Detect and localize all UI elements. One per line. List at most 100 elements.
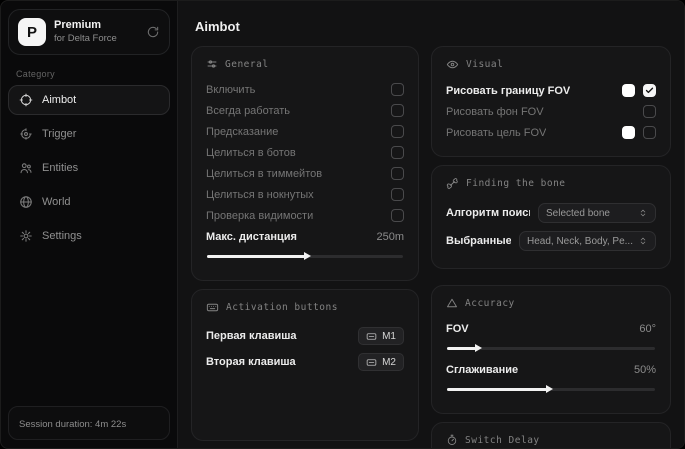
selected-bones-select[interactable]: Head, Neck, Body, Pe... [519, 231, 656, 251]
bone-icon [446, 177, 459, 190]
smoothing-value: 50% [633, 363, 656, 376]
activation-header: Activation buttons [206, 301, 404, 314]
draw-fov-target-checkbox[interactable] [643, 126, 656, 139]
row-label: Выбранные кости [446, 235, 511, 247]
draw-fov-background-checkbox[interactable] [643, 105, 656, 118]
second-key-bind-button[interactable]: M2 [358, 353, 404, 371]
session-duration-text: Session duration: 4m 22s [19, 419, 127, 430]
sidebar-item-label: Settings [42, 230, 82, 242]
keyboard-icon [366, 357, 377, 368]
checkbox-row-target-knocked: Целиться в нокнутых [206, 184, 404, 205]
target-knocked-checkbox[interactable] [391, 188, 404, 201]
prediction-checkbox[interactable] [391, 125, 404, 138]
right-column: Visual Рисовать границу FOV Рисовать фон… [431, 46, 671, 448]
enable-checkbox[interactable] [391, 83, 404, 96]
crosshair-icon [19, 93, 33, 107]
section-title: Visual [466, 59, 504, 70]
sidebar-item-settings[interactable]: Settings [8, 221, 170, 251]
visibility-check-checkbox[interactable] [391, 209, 404, 222]
stopwatch-icon [446, 434, 458, 446]
fov-border-color-swatch[interactable] [622, 84, 635, 97]
sliders-icon [206, 58, 218, 70]
section-title: General [225, 58, 269, 70]
target-bots-checkbox[interactable] [391, 146, 404, 159]
row-controls [622, 84, 656, 97]
section-title: Activation buttons [226, 302, 338, 313]
sidebar-item-entities[interactable]: Entities [8, 153, 170, 183]
general-header: General [206, 58, 404, 70]
section-title: Accuracy [465, 297, 515, 309]
selected-value: Head, Neck, Body, Pe... [527, 235, 633, 247]
checkbox-row-target-teammates: Целиться в тиммейтов [206, 163, 404, 184]
section-title: Finding the bone [466, 178, 566, 189]
row-label: Целиться в тиммейтов [206, 167, 323, 180]
row-label: FOV [446, 322, 469, 335]
finding-the-bone-card: Finding the bone Алгоритм поиска кости S… [431, 165, 671, 269]
accuracy-card: Accuracy FOV 60° Сглаживание 50% [431, 285, 671, 414]
row-label: Алгоритм поиска кости [446, 207, 530, 219]
activation-buttons-card: Activation buttons Первая клавиша M1 Вто… [191, 289, 419, 441]
checkbox-row-target-bots: Целиться в ботов [206, 142, 404, 163]
keyboard-icon [206, 301, 219, 314]
switch-delay-card: Switch Delay Задержка переключения Задер… [431, 422, 671, 448]
sidebar-item-label: World [42, 196, 71, 208]
selected-value: Selected bone [546, 207, 610, 219]
brand-text: Premium for Delta Force [54, 19, 138, 45]
first-key-bind-button[interactable]: M1 [358, 327, 404, 345]
sidebar: P Premium for Delta Force Category Aimbo… [1, 1, 177, 448]
selected-bones-row: Выбранные кости Head, Neck, Body, Pe... [446, 227, 656, 255]
draw-fov-border-checkbox[interactable] [643, 84, 656, 97]
row-label: Всегда работать [206, 104, 291, 117]
max-distance-row: Макс. дистанция 250m [206, 226, 404, 247]
bone-algorithm-select[interactable]: Selected bone [538, 203, 656, 223]
sidebar-item-label: Entities [42, 162, 79, 174]
slider-fill [447, 385, 553, 392]
row-label: Сглаживание [446, 363, 519, 376]
row-label: Первая клавиша [206, 330, 297, 342]
sidebar-item-world[interactable]: World [8, 187, 170, 217]
sidebar-item-trigger[interactable]: Trigger [8, 119, 170, 149]
row-label: Проверка видимости [206, 209, 314, 222]
fov-target-color-swatch[interactable] [622, 126, 635, 139]
max-distance-slider[interactable] [207, 251, 403, 261]
row-label: Включить [206, 83, 256, 96]
main-panel: Aimbot General Включить Всегда работать [177, 1, 684, 448]
always-work-checkbox[interactable] [391, 104, 404, 117]
fov-row: FOV 60° [446, 318, 656, 339]
checkbox-row-enable: Включить [206, 79, 404, 100]
row-label: Рисовать границу FOV [446, 84, 571, 97]
app-subtitle: for Delta Force [54, 32, 117, 44]
slider-fill [447, 344, 483, 351]
keybind-value: M1 [382, 330, 396, 342]
row-label: Вторая клавиша [206, 356, 296, 368]
bone-algorithm-row: Алгоритм поиска кости Selected bone [446, 199, 656, 227]
section-title: Switch Delay [465, 434, 540, 446]
smoothing-slider[interactable] [447, 384, 655, 394]
chevron-up-down-icon [638, 236, 648, 246]
left-column: General Включить Всегда работать Предска… [191, 46, 419, 441]
general-card: General Включить Всегда работать Предска… [191, 46, 419, 281]
chevron-up-down-icon [638, 208, 648, 218]
triangle-icon [446, 297, 458, 309]
fov-value: 60° [639, 322, 656, 335]
max-distance-value: 250m [376, 230, 404, 243]
row-controls [643, 105, 656, 118]
keybind-value: M2 [382, 356, 396, 368]
row-label: Рисовать фон FOV [446, 105, 544, 118]
switch-delay-header: Switch Delay [446, 434, 656, 446]
refresh-icon[interactable] [146, 25, 160, 39]
target-teammates-checkbox[interactable] [391, 167, 404, 180]
smoothing-row: Сглаживание 50% [446, 359, 656, 380]
content-columns: General Включить Всегда работать Предска… [191, 46, 671, 448]
keybind-row-first: Первая клавиша M1 [206, 323, 404, 349]
sidebar-item-aimbot[interactable]: Aimbot [8, 85, 170, 115]
sidebar-item-label: Aimbot [42, 94, 77, 106]
draw-fov-background-row: Рисовать фон FOV [446, 101, 656, 122]
accuracy-header: Accuracy [446, 297, 656, 309]
row-label: Предсказание [206, 125, 279, 138]
fov-slider[interactable] [447, 343, 655, 353]
row-controls [622, 126, 656, 139]
session-duration-card: Session duration: 4m 22s [8, 406, 170, 440]
app-window: P Premium for Delta Force Category Aimbo… [0, 0, 685, 449]
category-label: Category [16, 69, 55, 79]
